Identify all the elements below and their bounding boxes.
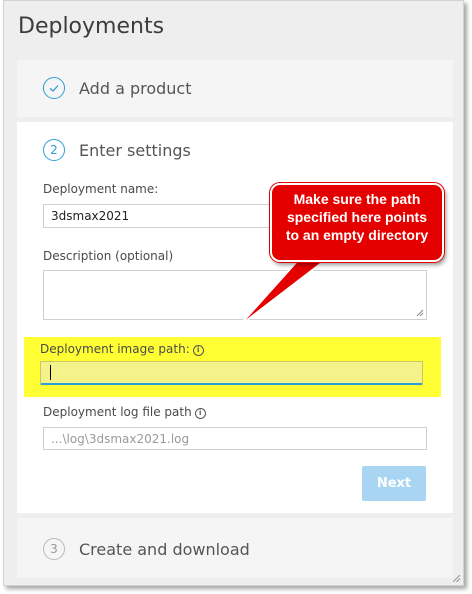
info-icon[interactable]: i <box>194 408 206 419</box>
log-path-label-text: Deployment log file path <box>43 405 192 419</box>
step-add-product[interactable]: Add a product <box>17 60 453 117</box>
step-title: Enter settings <box>79 141 191 160</box>
image-path-highlight: Deployment image path: i <box>24 337 441 397</box>
next-button[interactable]: Next <box>362 466 426 501</box>
window-resize-grip[interactable] <box>453 575 460 582</box>
step-number-badge: 2 <box>43 139 65 161</box>
check-icon <box>43 77 65 99</box>
deployment-name-label: Deployment name: <box>43 182 159 196</box>
step-enter-settings: 2 Enter settings Deployment name: 3dsmax… <box>17 122 453 513</box>
callout-line: to an empty directory <box>285 227 429 243</box>
page-title: Deployments <box>18 14 165 39</box>
log-path-input[interactable]: ...\log\3dsmax2021.log <box>43 427 427 450</box>
focus-underline <box>41 383 422 385</box>
step-number-badge: 3 <box>43 538 65 560</box>
description-textarea[interactable] <box>43 270 427 320</box>
callout-line: specified here points <box>286 209 428 225</box>
info-icon[interactable]: i <box>192 345 204 356</box>
step-create-download[interactable]: 3 Create and download <box>17 518 453 578</box>
step-title: Create and download <box>79 540 250 559</box>
image-path-label: Deployment image path: i <box>40 342 204 356</box>
step-title: Add a product <box>79 79 192 98</box>
image-path-input[interactable] <box>40 361 423 385</box>
text-cursor <box>50 365 51 380</box>
annotation-callout: Make sure the path specified here points… <box>270 183 444 262</box>
log-path-label: Deployment log file path i <box>43 405 206 419</box>
deployment-name-input[interactable]: 3dsmax2021 <box>43 204 273 228</box>
deployments-panel: Deployments Add a product 2 Enter settin… <box>3 0 464 586</box>
description-label: Description (optional) <box>43 249 174 263</box>
resize-grip-icon[interactable] <box>416 309 424 317</box>
callout-line: Make sure the path <box>293 191 421 207</box>
image-path-label-text: Deployment image path: <box>40 342 190 356</box>
